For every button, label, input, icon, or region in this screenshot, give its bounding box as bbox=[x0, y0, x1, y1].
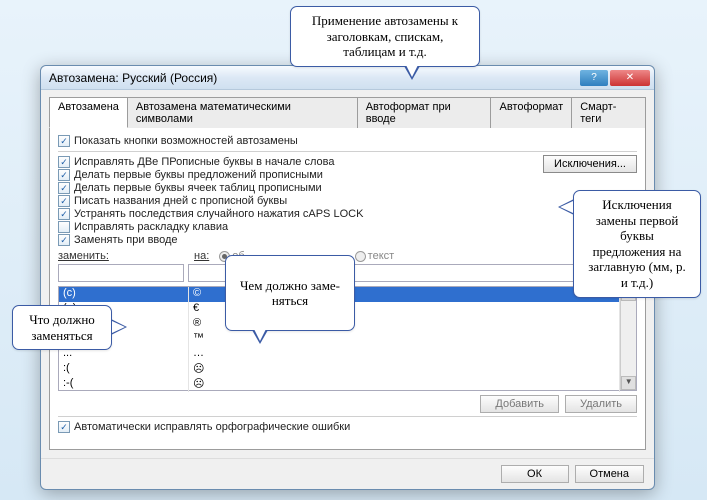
checkbox-first-sentence[interactable]: ✓ Делать первые буквы предложений прописн… bbox=[58, 169, 535, 181]
checkbox-first-cell[interactable]: ✓ Делать первые буквы ячеек таблиц пропис… bbox=[58, 182, 535, 194]
tab-math-autocorrect[interactable]: Автозамена математическими символами bbox=[127, 97, 358, 128]
cell-to: ☹ bbox=[189, 377, 620, 392]
delete-button[interactable]: Удалить bbox=[565, 395, 637, 413]
cell-from: :( bbox=[59, 362, 189, 377]
tab-autoformat-typing[interactable]: Автоформат при вводе bbox=[357, 97, 492, 128]
checkbox-label: Исправлять ДВе ПРописные буквы в начале … bbox=[74, 156, 334, 168]
callout-middle: Чем должно заме- няться bbox=[225, 255, 355, 331]
exceptions-button[interactable]: Исключения... bbox=[543, 155, 637, 173]
checkbox-keyboard-layout[interactable]: ✓ Исправлять раскладку клавиа bbox=[58, 221, 535, 233]
window-buttons: ? ✕ bbox=[580, 70, 650, 86]
checkbox-label: Показать кнопки возможностей автозамены bbox=[74, 135, 298, 147]
callout-tail bbox=[558, 199, 574, 215]
checkbox-icon: ✓ bbox=[58, 421, 70, 433]
checkbox-icon: ✓ bbox=[58, 156, 70, 168]
checkbox-icon: ✓ bbox=[58, 169, 70, 181]
callout-left: Что должно заменяться bbox=[12, 305, 112, 350]
checkbox-label: Автоматически исправлять орфографические… bbox=[74, 421, 350, 433]
checkbox-two-caps[interactable]: ✓ Исправлять ДВе ПРописные буквы в начале… bbox=[58, 156, 535, 168]
checkbox-label: Устранять последствия случайного нажатия… bbox=[74, 208, 363, 220]
add-button[interactable]: Добавить bbox=[480, 395, 559, 413]
replace-input[interactable] bbox=[58, 264, 184, 282]
callout-right-text: Исключения замены первой буквы предложен… bbox=[588, 197, 685, 290]
list-item[interactable]: :-(☹ bbox=[59, 377, 620, 392]
callout-middle-text: Чем должно заме- няться bbox=[240, 278, 340, 309]
checkbox-icon: ✓ bbox=[58, 234, 70, 246]
callout-left-text: Что должно заменяться bbox=[29, 312, 95, 343]
ok-button[interactable]: ОК bbox=[501, 465, 569, 483]
cell-to: … bbox=[189, 347, 620, 362]
checkbox-label: Делать первые буквы предложений прописны… bbox=[74, 169, 323, 181]
list-item[interactable]: ...… bbox=[59, 347, 620, 362]
checkbox-label: Писать названия дней с прописной буквы bbox=[74, 195, 287, 207]
callout-tail bbox=[404, 66, 420, 80]
checkbox-icon: ✓ bbox=[58, 135, 70, 147]
checkbox-icon: ✓ bbox=[58, 208, 70, 220]
checkbox-label: Исправлять раскладку клавиа bbox=[74, 221, 228, 233]
tab-smart-tags[interactable]: Смарт-теги bbox=[571, 97, 646, 128]
checkbox-show-buttons[interactable]: ✓ Показать кнопки возможностей автозамен… bbox=[58, 135, 637, 147]
checkbox-auto-spell[interactable]: ✓ Автоматически исправлять орфографическ… bbox=[58, 421, 637, 433]
callout-right: Исключения замены первой буквы предложен… bbox=[573, 190, 701, 298]
callout-top: Применение автозамены к заголовкам, спис… bbox=[290, 6, 480, 67]
close-button[interactable]: ✕ bbox=[610, 70, 650, 86]
cell-from: :-( bbox=[59, 377, 189, 392]
list-item[interactable]: :(☹ bbox=[59, 362, 620, 377]
radio-icon bbox=[355, 251, 366, 262]
replace-label: заменить: bbox=[58, 250, 184, 262]
callout-tail bbox=[111, 319, 127, 335]
radio-formatted-text[interactable]: текст bbox=[355, 250, 395, 262]
tabs: Автозамена Автозамена математическими си… bbox=[41, 90, 654, 127]
checkbox-day-names[interactable]: ✓ Писать названия дней с прописной буквы bbox=[58, 195, 535, 207]
window-title: Автозамена: Русский (Россия) bbox=[49, 71, 580, 85]
checkbox-replace-on-type[interactable]: ✓ Заменять при вводе bbox=[58, 234, 535, 246]
checkbox-label: Заменять при вводе bbox=[74, 234, 178, 246]
cell-to: ☹ bbox=[189, 362, 620, 377]
dialog-footer: ОК Отмена bbox=[41, 458, 654, 489]
scroll-down-icon[interactable]: ▼ bbox=[621, 376, 636, 390]
list-buttons: Добавить Удалить bbox=[58, 395, 637, 413]
checkbox-caps-lock[interactable]: ✓ Устранять последствия случайного нажати… bbox=[58, 208, 535, 220]
callout-top-text: Применение автозамены к заголовкам, спис… bbox=[312, 13, 458, 59]
checkbox-label: Делать первые буквы ячеек таблиц прописн… bbox=[74, 182, 322, 194]
separator bbox=[58, 151, 637, 152]
titlebar[interactable]: Автозамена: Русский (Россия) ? ✕ bbox=[41, 66, 654, 90]
correction-options-row: ✓ Исправлять ДВе ПРописные буквы в начале… bbox=[58, 155, 637, 247]
cancel-button[interactable]: Отмена bbox=[575, 465, 644, 483]
separator bbox=[58, 416, 637, 417]
cell-from: (c) bbox=[59, 287, 189, 302]
callout-tail bbox=[252, 330, 268, 344]
checkbox-icon: ✓ bbox=[58, 195, 70, 207]
list-item[interactable]: (tm)™ bbox=[59, 332, 620, 347]
checkbox-icon: ✓ bbox=[58, 182, 70, 194]
help-button[interactable]: ? bbox=[580, 70, 608, 86]
tab-autocorrect[interactable]: Автозамена bbox=[49, 97, 128, 128]
scrollbar[interactable]: ▲ ▼ bbox=[620, 287, 636, 390]
tab-autoformat[interactable]: Автоформат bbox=[490, 97, 572, 128]
correction-options: ✓ Исправлять ДВе ПРописные буквы в начале… bbox=[58, 155, 535, 247]
checkbox-icon: ✓ bbox=[58, 221, 70, 233]
with-label: на: bbox=[194, 250, 209, 262]
